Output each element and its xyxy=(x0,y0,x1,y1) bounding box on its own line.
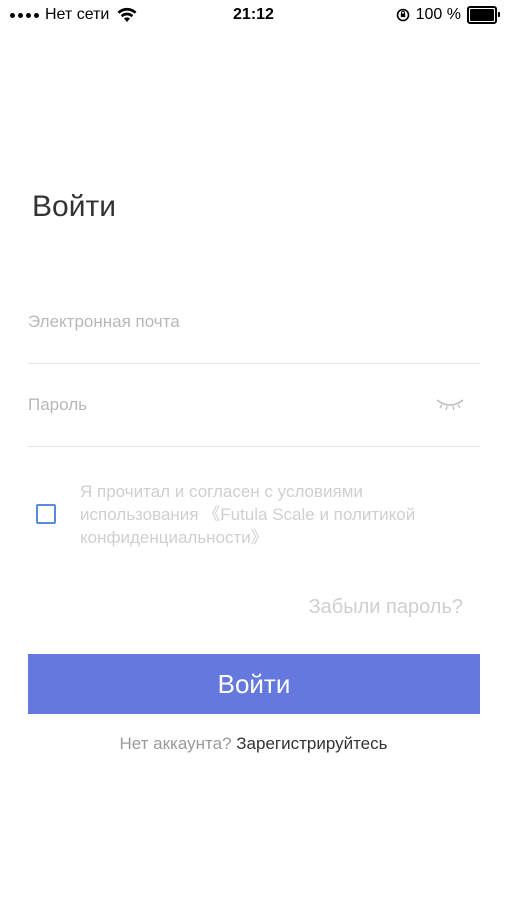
email-field-container xyxy=(28,282,480,364)
status-right: 100 % xyxy=(396,6,500,24)
battery-percentage: 100 % xyxy=(415,6,461,23)
agreement-text: Я прочитал и согласен с условиями исполь… xyxy=(80,482,416,547)
register-link[interactable]: Зарегистрируйтесь xyxy=(236,734,387,753)
status-bar: Нет сети 21:12 100 % xyxy=(0,0,507,32)
battery-icon xyxy=(467,6,500,24)
page-title: Войти xyxy=(32,190,116,223)
eye-closed-icon[interactable] xyxy=(434,395,466,413)
battery-fill xyxy=(470,9,494,21)
no-account-text: Нет аккаунта? xyxy=(119,734,232,753)
agreement-checkbox[interactable] xyxy=(36,504,56,524)
register-row: Нет аккаунта? Зарегистрируйтесь xyxy=(0,734,507,754)
login-button[interactable]: Войти xyxy=(28,654,480,714)
email-input[interactable] xyxy=(28,282,428,362)
password-input[interactable] xyxy=(28,365,428,445)
forgot-password-link[interactable]: Забыли пароль? xyxy=(309,596,463,619)
password-field-container xyxy=(28,365,480,447)
rotation-lock-icon xyxy=(396,8,409,22)
